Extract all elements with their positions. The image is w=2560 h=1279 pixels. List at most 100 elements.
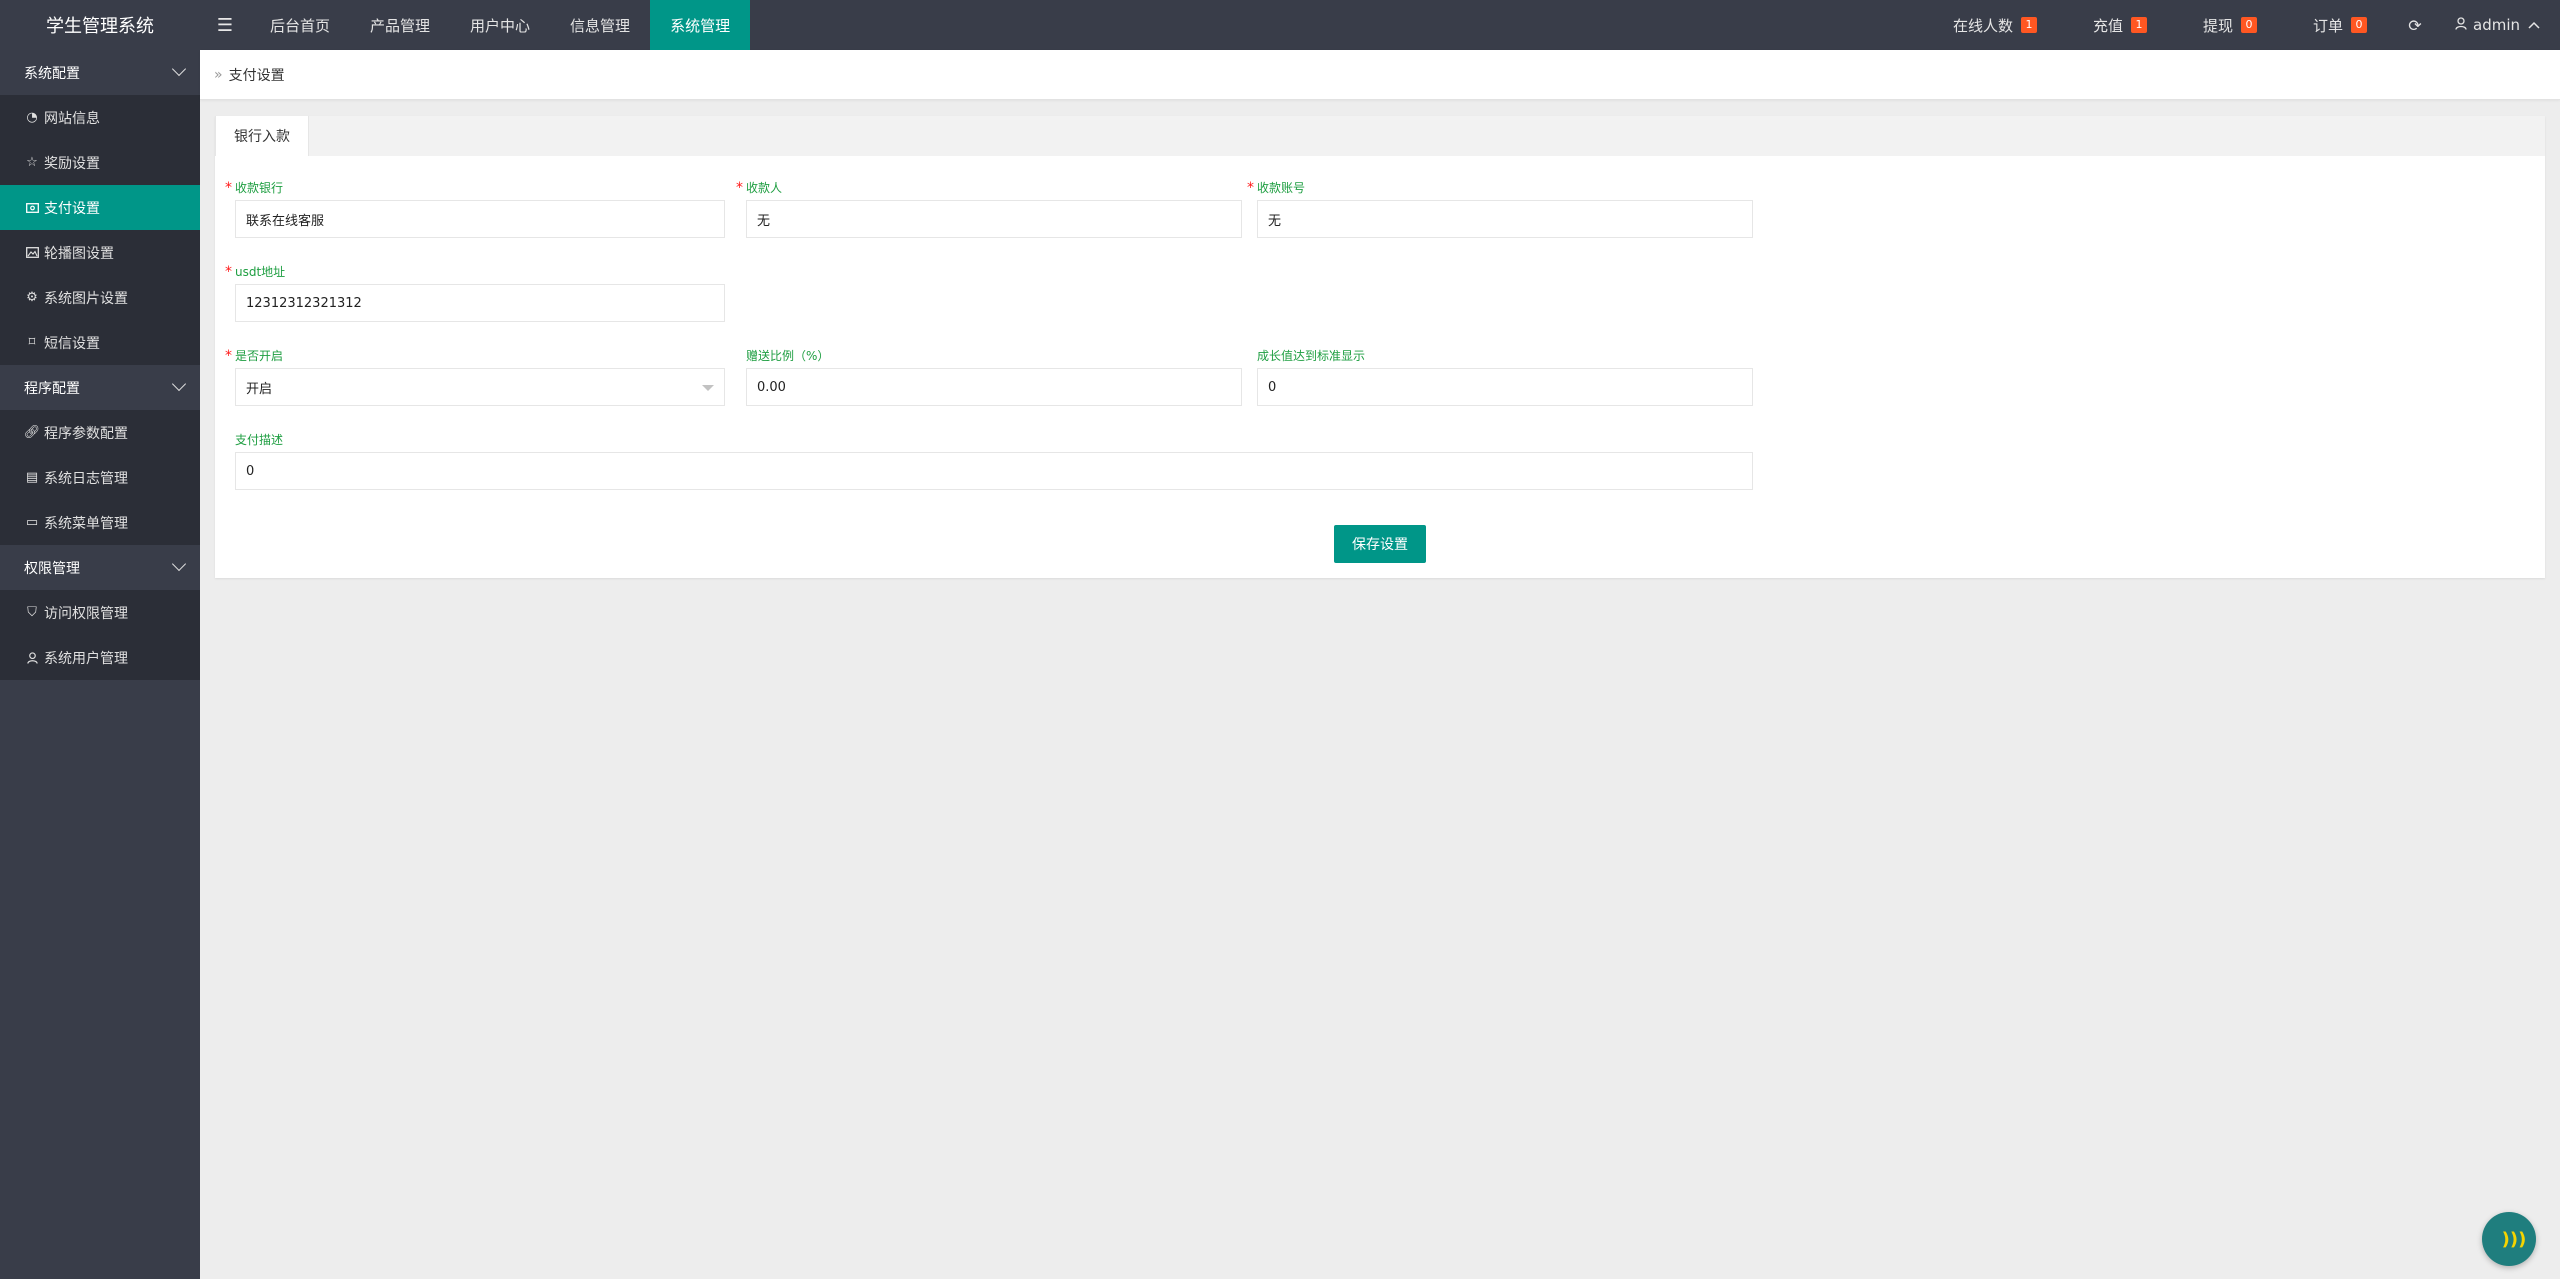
field-label-text: 是否开启 <box>235 349 284 363</box>
field-payee: * 收款人 无 <box>736 180 1242 238</box>
sidebar-group-permissions[interactable]: 权限管理 <box>0 545 200 590</box>
stat-online[interactable]: 在线人数 1 <box>1925 0 2065 50</box>
user-name: admin <box>2473 16 2520 34</box>
sidebar-item-label: 系统图片设置 <box>44 290 128 307</box>
refresh-icon[interactable]: ⟳ <box>2395 0 2435 50</box>
stat-badge: 1 <box>2020 17 2037 33</box>
field-label: * 是否开启 <box>225 348 725 364</box>
field-label-text: 支付描述 <box>235 433 284 447</box>
sidebar-item-label: 支付设置 <box>44 200 100 217</box>
chevron-down-icon <box>171 61 187 77</box>
user-menu[interactable]: admin <box>2435 0 2560 50</box>
stat-recharge[interactable]: 充值 1 <box>2065 0 2175 50</box>
sidebar-group-label: 权限管理 <box>24 560 80 577</box>
menu-toggle-icon[interactable]: ☰ <box>200 0 250 50</box>
image-icon <box>24 247 40 258</box>
gauge-icon: ◔ <box>26 110 38 125</box>
sidebar-item-sms[interactable]: ⌑ 短信设置 <box>0 320 200 365</box>
save-button[interactable]: 保存设置 <box>1334 525 1426 563</box>
user-icon <box>2455 16 2467 34</box>
sidebar-item-system-users[interactable]: 系统用户管理 <box>0 635 200 680</box>
enabled-select[interactable]: 开启 <box>235 368 725 406</box>
user-icon <box>24 651 40 664</box>
sidebar-item-label: 网站信息 <box>44 110 100 127</box>
sidebar-item-carousel[interactable]: 轮播图设置 <box>0 230 200 275</box>
sidebar-item-rewards[interactable]: ☆ 奖励设置 <box>0 140 200 185</box>
stat-badge: 1 <box>2130 17 2147 33</box>
stat-withdraw[interactable]: 提现 0 <box>2175 0 2285 50</box>
sidebar-item-program-params[interactable]: 🔗︎ 程序参数配置 <box>0 410 200 455</box>
chat-float-button[interactable]: ))) <box>2482 1212 2536 1266</box>
double-chevron-right-icon: » <box>214 66 223 83</box>
app-title: 学生管理系统 <box>46 16 154 37</box>
field-account: * 收款账号 无 <box>1247 180 1753 238</box>
nav-item-users[interactable]: 用户中心 <box>450 0 550 50</box>
chevron-up-icon <box>2528 18 2540 32</box>
sidebar-item-system-logs[interactable]: ▤ 系统日志管理 <box>0 455 200 500</box>
usdt-input[interactable]: 12312312321312 <box>235 284 725 322</box>
sidebar-group-program-config[interactable]: 程序配置 <box>0 365 200 410</box>
field-enabled: * 是否开启 开启 <box>225 348 725 406</box>
caret-down-icon <box>702 385 714 391</box>
sidebar-item-payment[interactable]: 支付设置 <box>0 185 200 230</box>
nav-item-products[interactable]: 产品管理 <box>350 0 450 50</box>
sidebar-submenu: ◔ 网站信息 ☆ 奖励设置 支付设置 轮播图设置 ⚙ 系统图片设置 ⌑ 短信设置 <box>0 95 200 365</box>
tag-icon: ⌑ <box>28 335 36 350</box>
shield-check-icon: ⛉ <box>27 605 37 620</box>
field-label-text: usdt地址 <box>235 265 286 279</box>
field-label: 成长值达到标准显示 <box>1247 348 1753 364</box>
sidebar-item-access-permissions[interactable]: ⛉ 访问权限管理 <box>0 590 200 635</box>
breadcrumb-current: 支付设置 <box>228 67 285 84</box>
log-icon: ▤ <box>25 470 39 485</box>
nav-item-dashboard[interactable]: 后台首页 <box>250 0 350 50</box>
stat-label: 订单 <box>2312 16 2343 35</box>
sidebar-item-site-info[interactable]: ◔ 网站信息 <box>0 95 200 140</box>
stat-label: 在线人数 <box>1952 16 2013 35</box>
sidebar-group-system-config[interactable]: 系统配置 <box>0 50 200 95</box>
sidebar-group-label: 系统配置 <box>24 65 80 82</box>
growth-input[interactable]: 0 <box>1257 368 1753 406</box>
select-value: 开启 <box>246 381 273 397</box>
star-icon: ☆ <box>26 155 38 170</box>
field-usdt: * usdt地址 12312312321312 <box>225 264 725 322</box>
required-mark: * <box>225 348 232 364</box>
sidebar-item-label: 访问权限管理 <box>44 605 128 622</box>
sidebar-item-label: 短信设置 <box>44 335 100 352</box>
field-bonus-rate: 赠送比例（%） 0.00 <box>736 348 1242 406</box>
field-label: * 收款银行 <box>225 180 725 196</box>
bonus-rate-input[interactable]: 0.00 <box>746 368 1242 406</box>
field-label: * 收款人 <box>736 180 1242 196</box>
nav-item-info[interactable]: 信息管理 <box>550 0 650 50</box>
stat-orders[interactable]: 订单 0 <box>2285 0 2395 50</box>
account-input[interactable]: 无 <box>1257 200 1753 238</box>
required-mark: * <box>736 180 743 196</box>
money-icon <box>24 202 40 213</box>
top-nav: 后台首页 产品管理 用户中心 信息管理 系统管理 <box>250 0 751 50</box>
main-content: » 支付设置 银行入款 * 收款银行 联系在线客服 * 收款人 无 * 收款账号 无 … <box>200 50 2560 1279</box>
nav-item-system[interactable]: 系统管理 <box>650 0 751 50</box>
calendar-icon: ▭ <box>25 515 39 530</box>
sidebar-item-label: 系统日志管理 <box>44 470 128 487</box>
sidebar-item-label: 奖励设置 <box>44 155 100 172</box>
sidebar-submenu: 🔗︎ 程序参数配置 ▤ 系统日志管理 ▭ 系统菜单管理 <box>0 410 200 545</box>
sidebar: 系统配置 ◔ 网站信息 ☆ 奖励设置 支付设置 轮播图设置 ⚙ 系统图片设置 ⌑… <box>0 50 200 1279</box>
field-growth: 成长值达到标准显示 0 <box>1247 348 1753 406</box>
sidebar-item-label: 系统用户管理 <box>44 650 128 667</box>
desc-input[interactable]: 0 <box>235 452 1753 490</box>
field-label-text: 成长值达到标准显示 <box>1257 349 1366 363</box>
top-bar: 学生管理系统 ☰ 后台首页 产品管理 用户中心 信息管理 系统管理 在线人数 1… <box>0 0 2560 50</box>
stat-label: 提现 <box>2202 16 2233 35</box>
sidebar-item-system-images[interactable]: ⚙ 系统图片设置 <box>0 275 200 320</box>
top-right-area: 在线人数 1 充值 1 提现 0 订单 0 ⟳ admin <box>1925 0 2560 50</box>
stat-label: 充值 <box>2092 16 2123 35</box>
sidebar-item-system-menu[interactable]: ▭ 系统菜单管理 <box>0 500 200 545</box>
sidebar-item-label: 轮播图设置 <box>44 245 114 262</box>
required-mark: * <box>1247 180 1254 196</box>
tab-bank-deposit[interactable]: 银行入款 <box>215 116 309 156</box>
payee-input[interactable]: 无 <box>746 200 1242 238</box>
chevron-down-icon <box>171 376 187 392</box>
sound-wave-icon: ))) <box>2501 1228 2527 1250</box>
field-bank: * 收款银行 联系在线客服 <box>225 180 725 238</box>
field-label-text: 收款人 <box>746 181 783 195</box>
bank-input[interactable]: 联系在线客服 <box>235 200 725 238</box>
